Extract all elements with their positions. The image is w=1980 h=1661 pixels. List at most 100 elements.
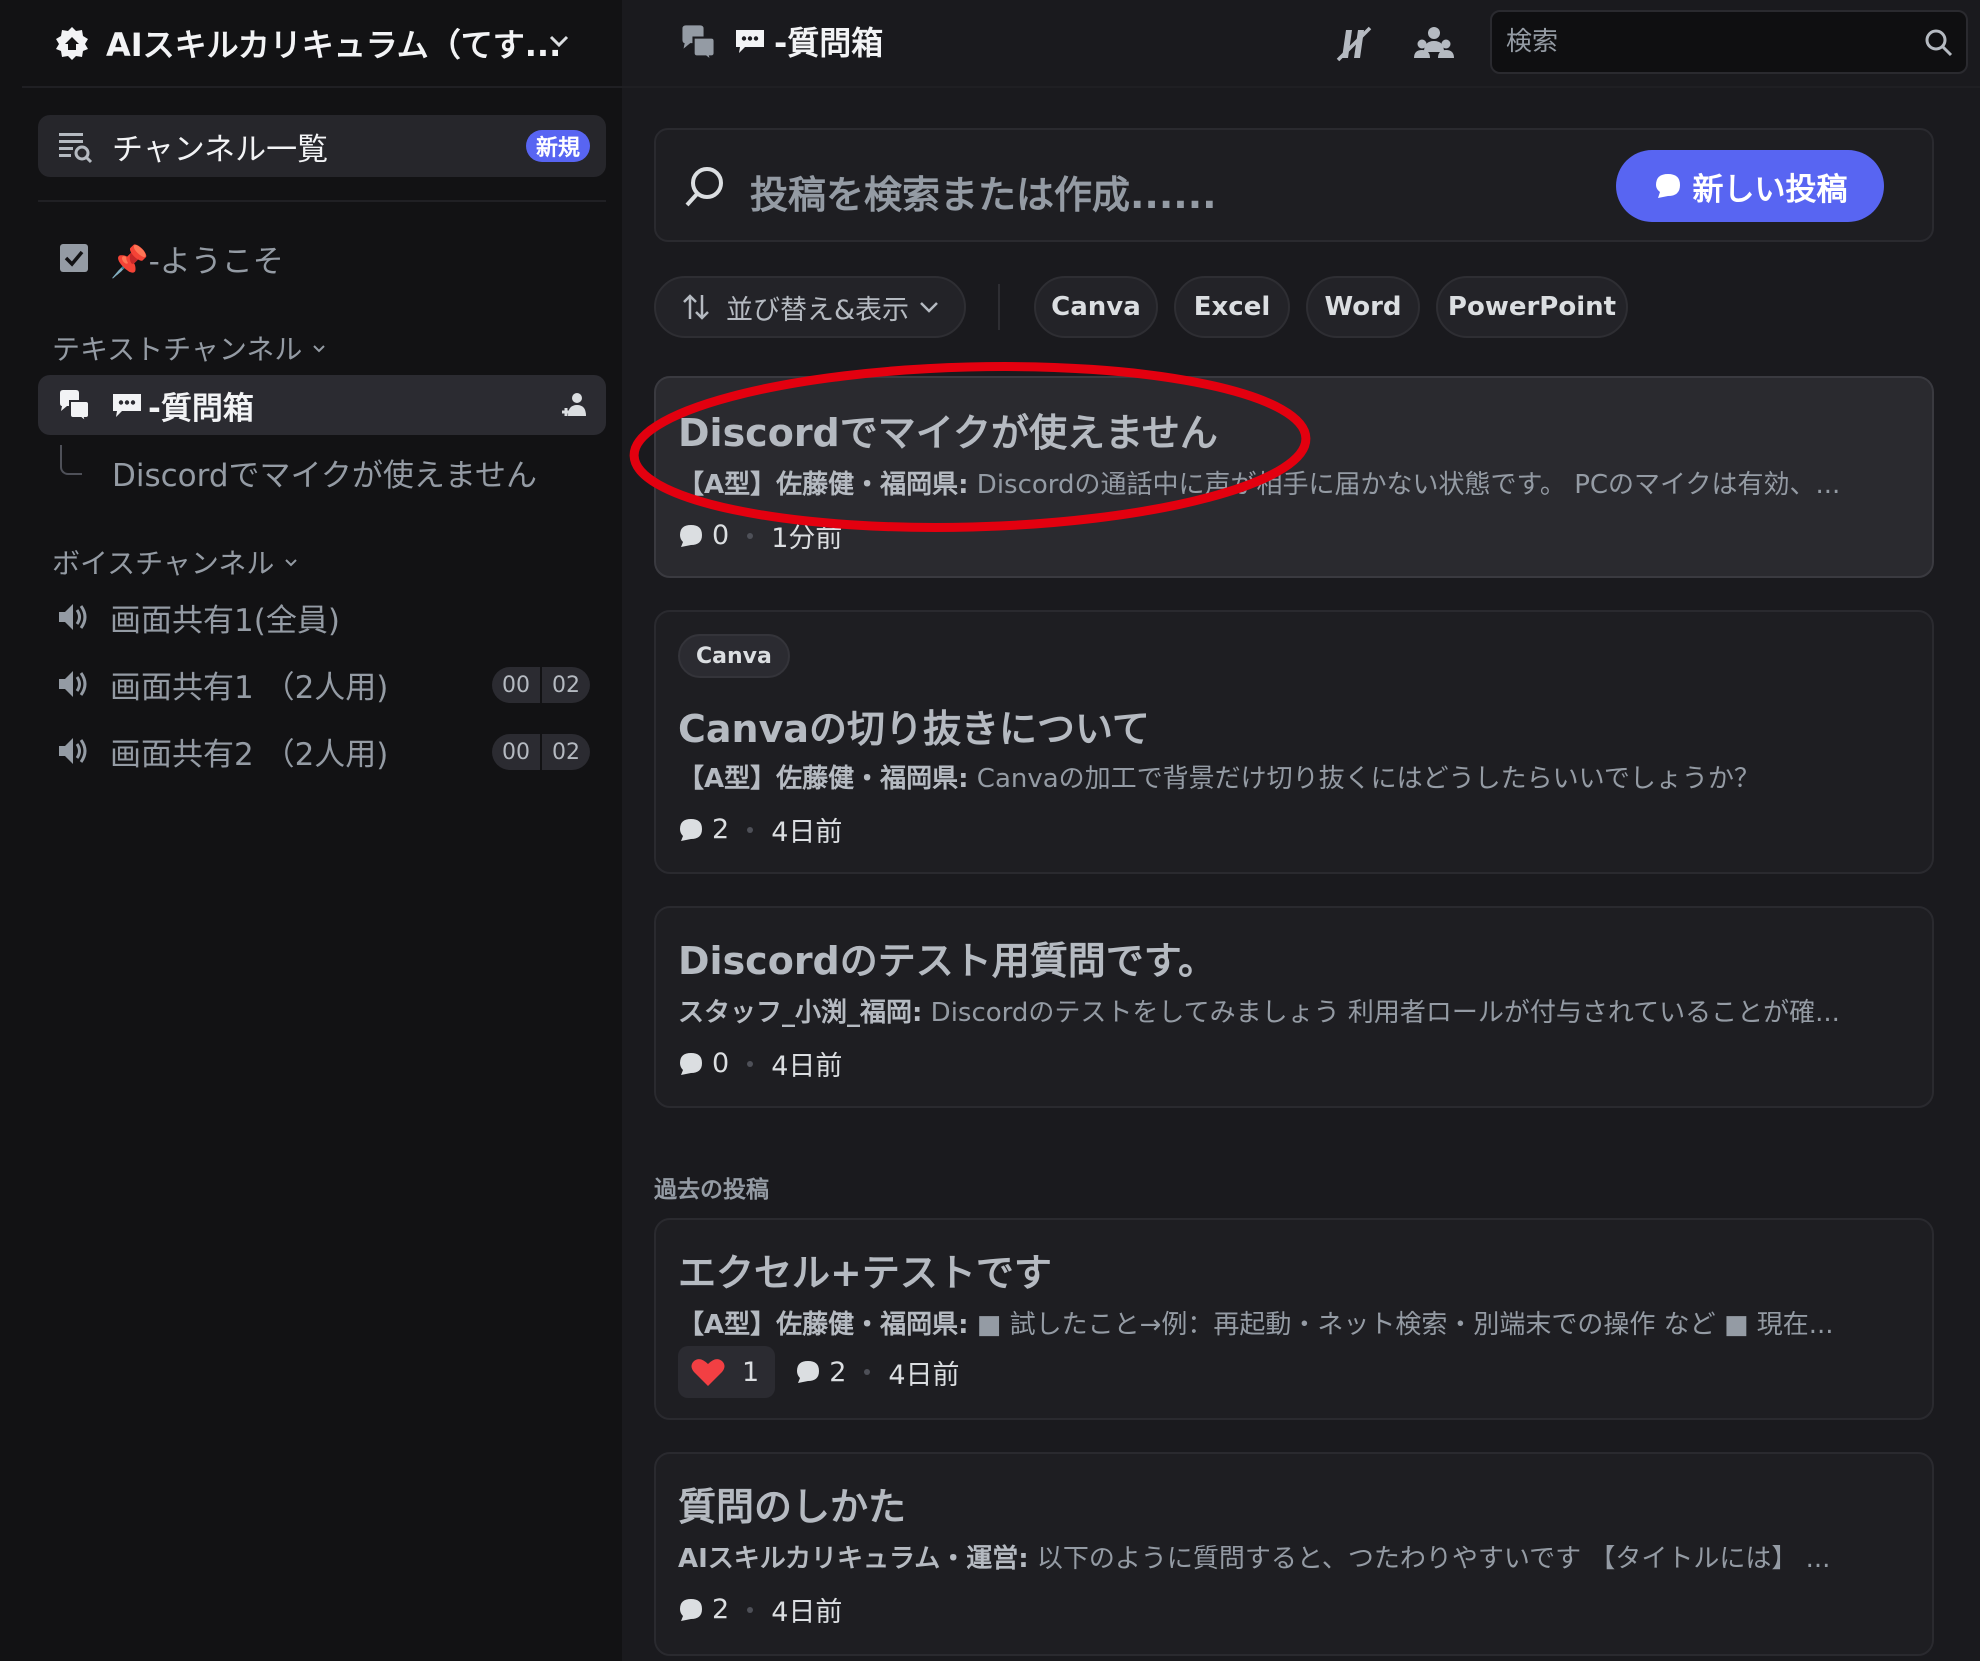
- sidebar-item-voice-2[interactable]: 画面共有1 （2人用) 00 02: [38, 654, 606, 714]
- post-time: 4日前: [771, 1051, 843, 1082]
- sidebar-item-welcome[interactable]: 📌-ようこそ: [38, 228, 606, 288]
- post-card[interactable]: Discordでマイクが使えません 【A型】佐藤健・福岡県: Discordの通…: [654, 376, 1934, 578]
- post-title: Discordのテスト用質問です。: [678, 939, 1216, 983]
- post-time: 4日前: [771, 817, 843, 848]
- search-input[interactable]: [1506, 22, 1906, 62]
- post-title: Canvaの切り抜きについて: [678, 707, 1150, 751]
- thread-label: Discordでマイクが使えません: [112, 457, 537, 494]
- thread-connector: [60, 445, 82, 475]
- search-icon: [1925, 29, 1953, 57]
- text-channel-category[interactable]: テキストチャンネル: [52, 328, 328, 368]
- speaker-icon: [59, 671, 87, 697]
- new-post-label: 新しい投稿: [1692, 171, 1848, 208]
- post-snippet: 【A型】佐藤健・福岡県: Canvaの加工で背景だけ切り抜くにはどうしたらいいで…: [678, 758, 1760, 795]
- meta-separator: [864, 1369, 871, 1375]
- sidebar-item-voice-1[interactable]: 画面共有1(全員): [38, 587, 606, 647]
- post-snippet: 【A型】佐藤健・福岡県: Discordの通話中に声が相手に届かない状態です。 …: [678, 464, 1840, 501]
- chat-bubble-icon: [1655, 174, 1680, 198]
- tag-filter-canva[interactable]: Canva: [1034, 276, 1158, 338]
- server-header[interactable]: AIスキルカリキュラム（てす...: [22, 0, 622, 88]
- voice-user-count: 00 02: [492, 667, 590, 703]
- post-card[interactable]: 質問のしかた AIスキルカリキュラム・運営: 以下のように質問すると、つたわりや…: [654, 1452, 1934, 1656]
- user-count-limit: 02: [540, 667, 590, 703]
- post-card[interactable]: Canva Canvaの切り抜きについて 【A型】佐藤健・福岡県: Canvaの…: [654, 610, 1934, 874]
- forum-channel-icon: [682, 25, 716, 62]
- heart-reaction[interactable]: 1: [678, 1346, 776, 1398]
- post-author: 【A型】佐藤健・福岡県:: [678, 1310, 969, 1340]
- post-snippet-text: ■ 試したこと→例：再起動・ネット検索・別端末での操作 など ■ 現在...: [968, 1310, 1834, 1340]
- new-post-button[interactable]: 新しい投稿: [1616, 150, 1884, 222]
- post-meta: 0 1分前: [678, 516, 842, 555]
- post-search-placeholder: 投稿を検索または作成......: [750, 173, 1217, 217]
- sidebar-item-label: 画面共有2 （2人用): [110, 736, 389, 773]
- channel-list-icon: [59, 133, 93, 164]
- chevron-down-icon: [285, 559, 298, 567]
- server-rail: [0, 0, 22, 1661]
- tag-filter-powerpoint[interactable]: PowerPoint: [1436, 276, 1628, 338]
- speaker-icon: [59, 738, 87, 764]
- reply-count: 2: [712, 814, 730, 845]
- post-meta: 0 4日前: [678, 1044, 842, 1083]
- speaker-icon: [59, 604, 87, 630]
- reply-count: 0: [712, 520, 730, 551]
- post-snippet-text: 以下のように質問すると、つたわりやすいです 【タイトルには】 ...: [1028, 1544, 1831, 1574]
- user-count-limit: 02: [540, 734, 590, 770]
- threads-muted-icon[interactable]: [1332, 22, 1376, 66]
- post-card[interactable]: エクセル+テストです 【A型】佐藤健・福岡県: ■ 試したこと→例：再起動・ネッ…: [654, 1218, 1934, 1420]
- post-snippet-text: Canvaの加工で背景だけ切り抜くにはどうしたらいいでしょうか？: [968, 764, 1760, 794]
- post-author: 【A型】佐藤健・福岡県:: [678, 470, 969, 500]
- sidebar-item-label: -質問箱: [148, 390, 254, 427]
- post-card[interactable]: Discordのテスト用質問です。 スタッフ_小渕_福岡: Discordのテス…: [654, 906, 1934, 1108]
- filter-divider: [998, 284, 1000, 330]
- sort-icon: [683, 294, 709, 320]
- member-list-icon[interactable]: [1412, 22, 1456, 66]
- meta-separator: [747, 1060, 754, 1067]
- voice-user-count: 00 02: [492, 734, 590, 770]
- post-snippet: AIスキルカリキュラム・運営: 以下のように質問すると、つたわりやすいです 【タ…: [678, 1538, 1830, 1575]
- search-box[interactable]: [1490, 10, 1968, 74]
- browse-channels-button[interactable]: チャンネル一覧 新規: [38, 115, 606, 177]
- post-author: 【A型】佐藤健・福岡県:: [678, 764, 969, 794]
- channel-header: -質問箱: [622, 0, 1980, 88]
- tag-filter-excel[interactable]: Excel: [1174, 276, 1290, 338]
- server-badge-icon: [56, 27, 88, 60]
- tag-filter-word[interactable]: Word: [1306, 276, 1420, 338]
- rules-checkbox-icon: [60, 244, 88, 272]
- past-posts-heading: 過去の投稿: [654, 1177, 769, 1203]
- reply-count: 2: [712, 1594, 730, 1625]
- channel-title: -質問箱: [732, 18, 883, 64]
- sidebar-item-question-box[interactable]: -質問箱: [38, 375, 606, 435]
- post-tag: Canva: [678, 634, 790, 678]
- reply-count-icon: [680, 524, 702, 547]
- post-meta: 2 4日前: [678, 1590, 842, 1629]
- reply-count-icon: [680, 818, 702, 841]
- channel-sidebar: AIスキルカリキュラム（てす... チャンネル一覧 新規 📌-ようこそ テキスト…: [22, 0, 622, 1661]
- speech-bubble-icon: [113, 394, 141, 417]
- channel-title-text: -質問箱: [774, 24, 884, 62]
- add-member-icon[interactable]: [560, 389, 592, 421]
- server-name: AIスキルカリキュラム（てす...: [106, 26, 562, 64]
- post-title: エクセル+テストです: [678, 1251, 1052, 1295]
- chevron-down-icon: [313, 345, 326, 353]
- sort-and-view-button[interactable]: 並び替え&表示: [654, 276, 966, 338]
- category-label: テキストチャンネル: [52, 333, 303, 366]
- post-snippet: スタッフ_小渕_福岡: Discordのテストをしてみましょう 利用者ロールが付…: [678, 992, 1840, 1029]
- post-title: 質問のしかた: [678, 1485, 907, 1529]
- post-meta: 2 4日前: [678, 810, 842, 849]
- voice-channel-category[interactable]: ボイスチャンネル: [52, 542, 300, 582]
- post-snippet-text: Discordのテストをしてみましょう 利用者ロールが付与されていることが確..…: [922, 998, 1840, 1028]
- post-author: スタッフ_小渕_福岡:: [678, 998, 923, 1028]
- user-count-current: 00: [502, 739, 530, 765]
- meta-separator: [747, 1606, 754, 1613]
- post-meta: 1 2 4日前: [678, 1346, 960, 1398]
- post-search-bar[interactable]: 投稿を検索または作成...... 新しい投稿: [654, 128, 1934, 242]
- post-author: AIスキルカリキュラム・運営:: [678, 1544, 1029, 1574]
- sidebar-item-voice-3[interactable]: 画面共有2 （2人用) 00 02: [38, 721, 606, 781]
- post-snippet: 【A型】佐藤健・福岡県: ■ 試したこと→例：再起動・ネット検索・別端末での操作…: [678, 1304, 1834, 1341]
- sidebar-thread-item[interactable]: Discordでマイクが使えません: [60, 442, 610, 502]
- heart-icon: [691, 1359, 725, 1386]
- search-icon: [685, 167, 723, 207]
- forum-main: -質問箱 投稿を検索または作成...... 新しい投稿: [622, 0, 1980, 1661]
- sort-label: 並び替え&表示: [726, 294, 910, 326]
- sidebar-divider: [38, 200, 606, 202]
